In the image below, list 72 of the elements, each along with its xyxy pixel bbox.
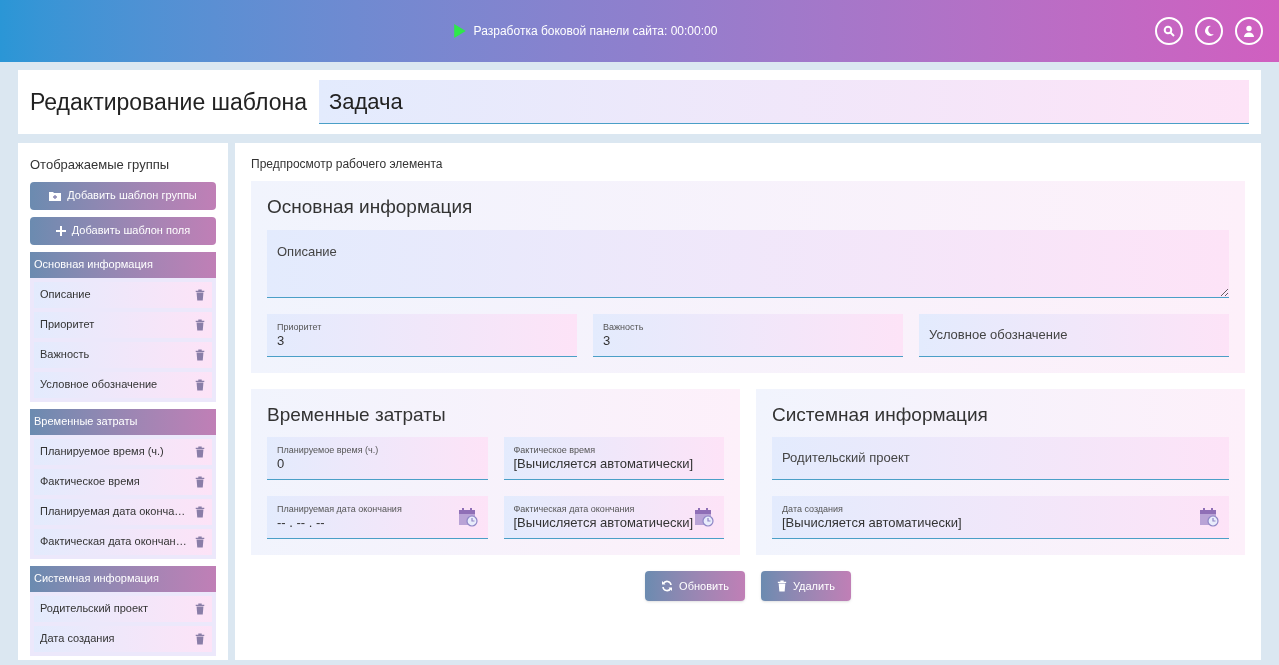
timer-text: Разработка боковой панели сайта: 00:00:00 — [473, 23, 718, 40]
field-name: Важность — [40, 347, 90, 363]
sidebar-item[interactable]: Условное обозначение — [34, 371, 212, 398]
trash-icon — [194, 475, 206, 488]
delete-button[interactable] — [194, 632, 206, 645]
sidebar-item[interactable]: Планируемая дата оконча… — [34, 498, 212, 525]
play-icon[interactable] — [453, 24, 466, 38]
trash-icon — [194, 378, 206, 391]
sidebar-item[interactable]: Фактическое время — [34, 468, 212, 495]
input-field[interactable]: Родительский проект — [772, 437, 1229, 480]
refresh-icon — [661, 580, 674, 592]
delete-button[interactable] — [194, 445, 206, 458]
delete-button[interactable] — [194, 348, 206, 361]
delete-button[interactable] — [194, 288, 206, 301]
profile-button[interactable] — [1235, 17, 1263, 45]
search-button[interactable] — [1155, 17, 1183, 45]
field-name: Условное обозначение — [40, 377, 158, 393]
field-name: Фактическое время — [40, 474, 140, 490]
field-name: Приоритет — [40, 317, 95, 333]
input-field[interactable]: Важность 3 — [593, 313, 903, 357]
preview-title: Предпросмотр рабочего элемента — [251, 156, 444, 173]
calendar-icon — [457, 507, 478, 527]
moon-icon — [1203, 25, 1215, 37]
field-name: Дата создания — [40, 631, 115, 647]
field-name: Фактическая дата окончан… — [40, 534, 187, 550]
group-title: Системная информация — [772, 402, 989, 427]
delete-button[interactable] — [194, 602, 206, 615]
field-name: Родительский проект — [40, 601, 149, 617]
trash-icon — [194, 602, 206, 615]
field-name: Планируемое время (ч.) — [40, 444, 164, 460]
plus-icon — [55, 225, 66, 236]
folder-plus-icon — [49, 190, 62, 201]
trash-icon — [194, 632, 206, 645]
sidebar-item[interactable]: Важность — [34, 341, 212, 368]
dark-mode-button[interactable] — [1195, 17, 1223, 45]
input-field[interactable]: Условное обозначение — [919, 313, 1229, 357]
trash-icon — [194, 505, 206, 518]
search-icon — [1163, 25, 1175, 37]
group-title: Временные затраты — [267, 402, 447, 427]
delete-button[interactable] — [194, 505, 206, 518]
sidebar-item[interactable]: Фактическая дата окончан… — [34, 528, 212, 555]
sidebar-item[interactable]: Родительский проект — [34, 595, 212, 622]
input-field[interactable]: Планируемое время (ч.) 0 — [267, 437, 488, 480]
calendar-icon — [1199, 507, 1219, 527]
description-field[interactable]: Описание — [267, 229, 1229, 298]
delete-button[interactable] — [194, 318, 206, 331]
calendar-icon — [694, 507, 714, 527]
sidebar-item[interactable]: Планируемое время (ч.) — [34, 438, 212, 465]
trash-icon — [194, 288, 206, 301]
delete-button[interactable] — [194, 475, 206, 488]
field-name: Планируемая дата оконча… — [40, 504, 186, 520]
input-field[interactable]: Фактическое время [Вычисляется автоматически] — [503, 437, 724, 480]
input-field[interactable]: Планируемая дата окончания -- . -- . -- — [267, 496, 488, 539]
delete-button[interactable] — [194, 535, 206, 548]
input-field[interactable]: Приоритет 3 — [267, 313, 577, 357]
template-name-field[interactable]: Задача — [318, 80, 1249, 124]
trash-icon — [194, 535, 206, 548]
input-field[interactable]: Фактическая дата окончания [Вычисляется автоматически] — [503, 496, 724, 539]
trash-icon — [194, 318, 206, 331]
trash-icon — [194, 348, 206, 361]
delete-button[interactable] — [194, 378, 206, 391]
sidebar-item[interactable]: Описание — [34, 281, 212, 308]
sidebar-item[interactable]: Приоритет — [34, 311, 212, 338]
trash-icon — [194, 445, 206, 458]
sidebar-title: Отображаемые группы — [30, 156, 171, 174]
sidebar-item[interactable]: Дата создания — [34, 625, 212, 652]
field-name: Описание — [40, 287, 91, 303]
trash-icon — [776, 580, 787, 592]
input-field[interactable]: Дата создания [Вычисляется автоматически] — [772, 496, 1229, 539]
group-title: Основная информация — [267, 195, 474, 219]
user-icon — [1243, 25, 1255, 37]
page-title: Редактирование шаблона — [30, 87, 307, 117]
